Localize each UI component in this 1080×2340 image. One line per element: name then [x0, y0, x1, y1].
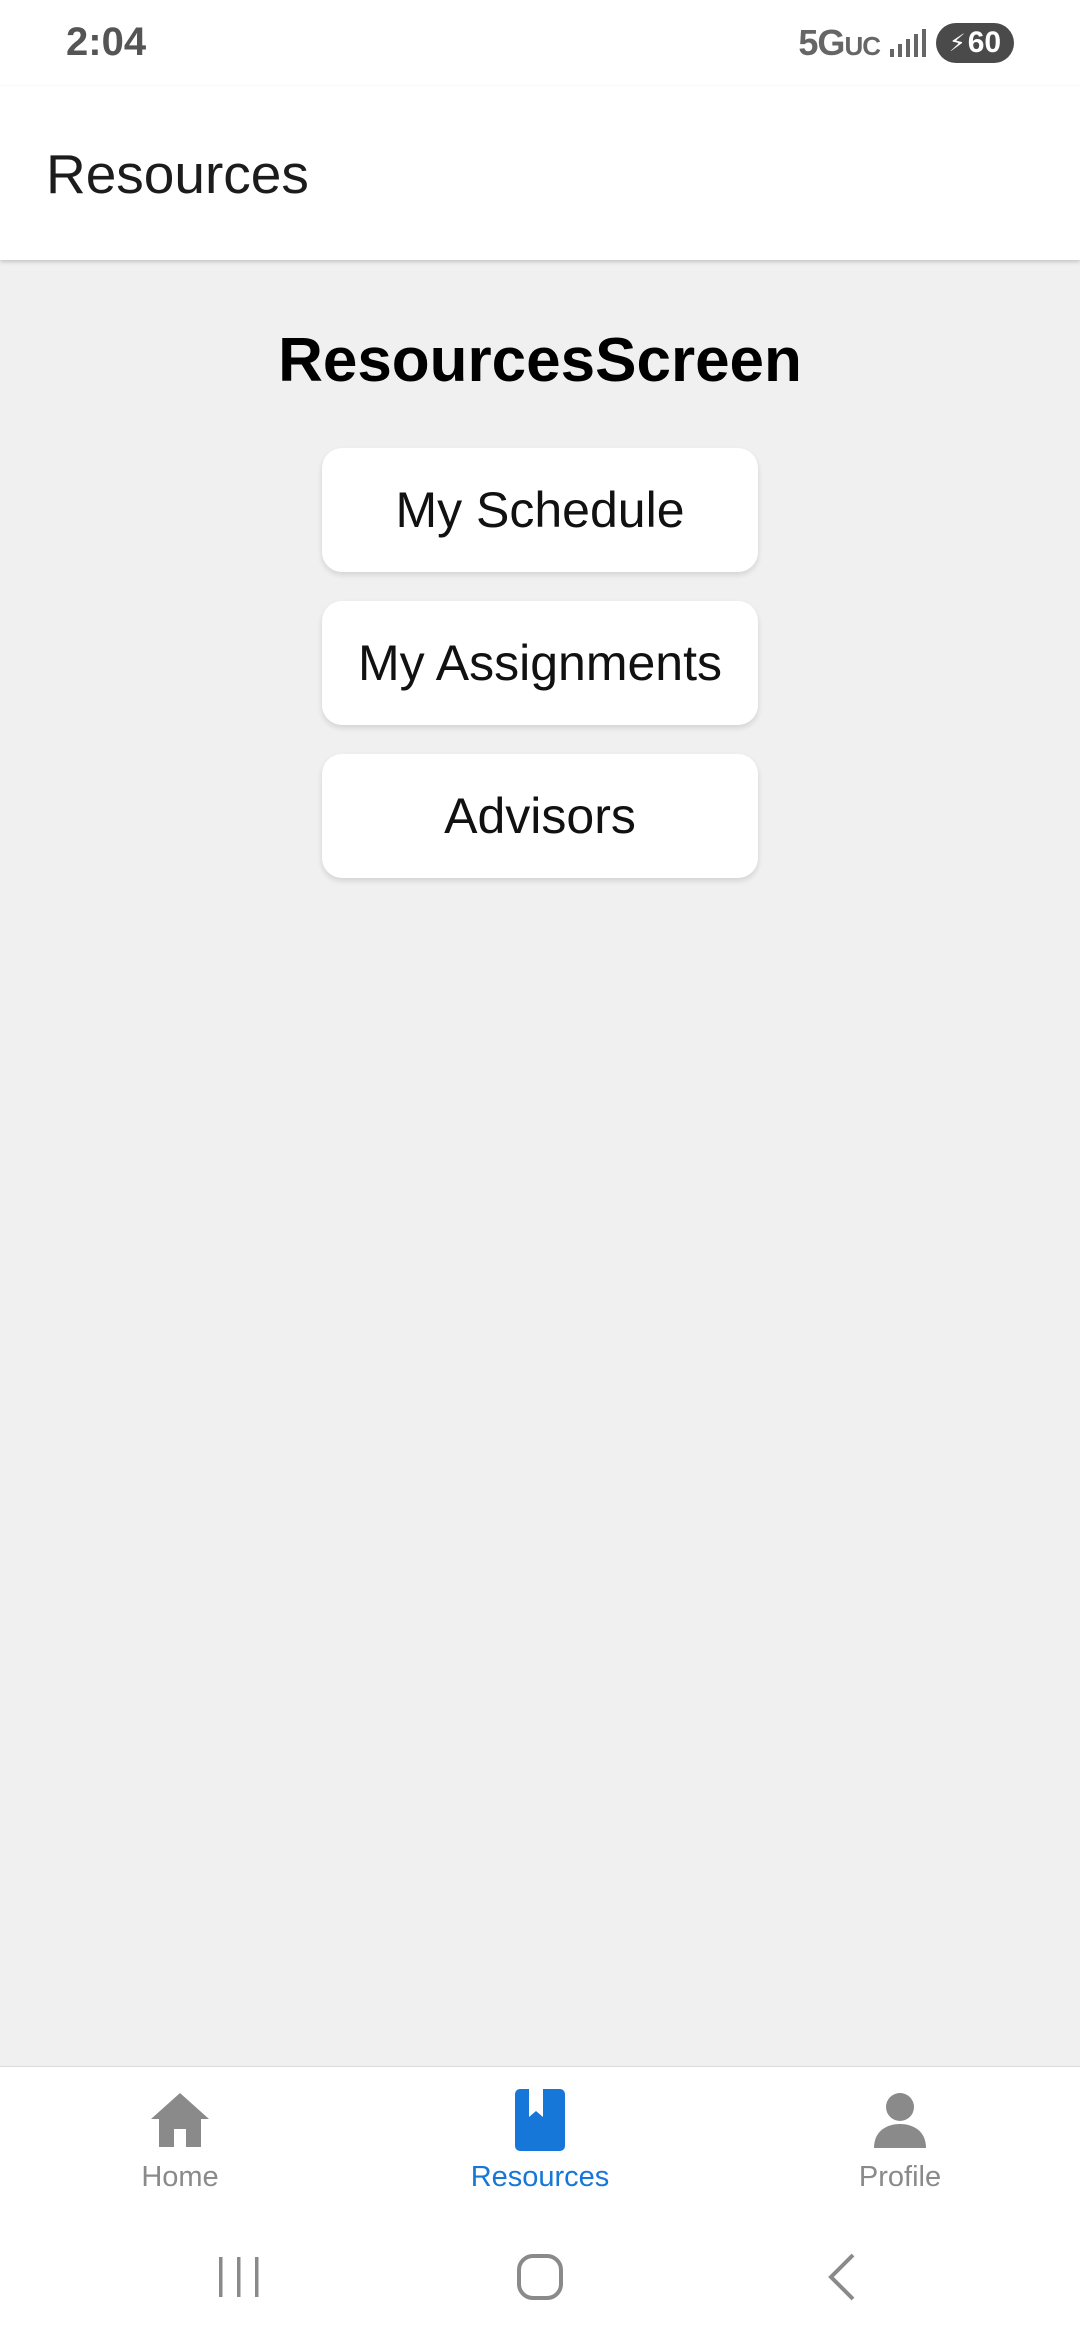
bottom-tab-bar: Home Resources Profile — [0, 2066, 1080, 2215]
home-circle-icon[interactable] — [500, 2242, 580, 2312]
tab-resources-label: Resources — [470, 2161, 610, 2193]
signal-icon — [890, 29, 926, 57]
charging-icon: ⚡ — [948, 29, 966, 57]
network-suffix: UC — [844, 31, 881, 61]
status-bar: 2:04 5GUC ⚡ 60 — [0, 0, 1080, 86]
home-icon — [149, 2089, 211, 2151]
system-navigation-bar — [0, 2214, 1080, 2340]
battery-level: 60 — [967, 26, 1002, 59]
tab-home[interactable]: Home — [0, 2067, 360, 2215]
bookmark-book-icon — [509, 2089, 571, 2151]
app-header: Resources — [0, 86, 1080, 260]
advisors-button[interactable]: Advisors — [322, 754, 758, 878]
person-icon — [869, 2089, 931, 2151]
screen-title: ResourcesScreen — [278, 326, 802, 395]
tab-home-label: Home — [141, 2161, 219, 2193]
network-indicator: 5GUC — [798, 22, 881, 64]
tab-profile-label: Profile — [858, 2161, 942, 2193]
tab-profile[interactable]: Profile — [720, 2067, 1080, 2215]
battery-indicator: ⚡ 60 — [936, 23, 1014, 63]
tab-resources[interactable]: Resources — [360, 2067, 720, 2215]
my-assignments-button[interactable]: My Assignments — [322, 601, 758, 725]
back-icon[interactable] — [803, 2242, 883, 2312]
recents-icon[interactable] — [199, 2242, 279, 2312]
my-schedule-button[interactable]: My Schedule — [322, 448, 758, 572]
status-time: 2:04 — [66, 20, 147, 64]
network-label: 5G — [798, 22, 845, 63]
header-title: Resources — [46, 143, 309, 205]
status-indicators: 5GUC ⚡ 60 — [798, 22, 1014, 64]
